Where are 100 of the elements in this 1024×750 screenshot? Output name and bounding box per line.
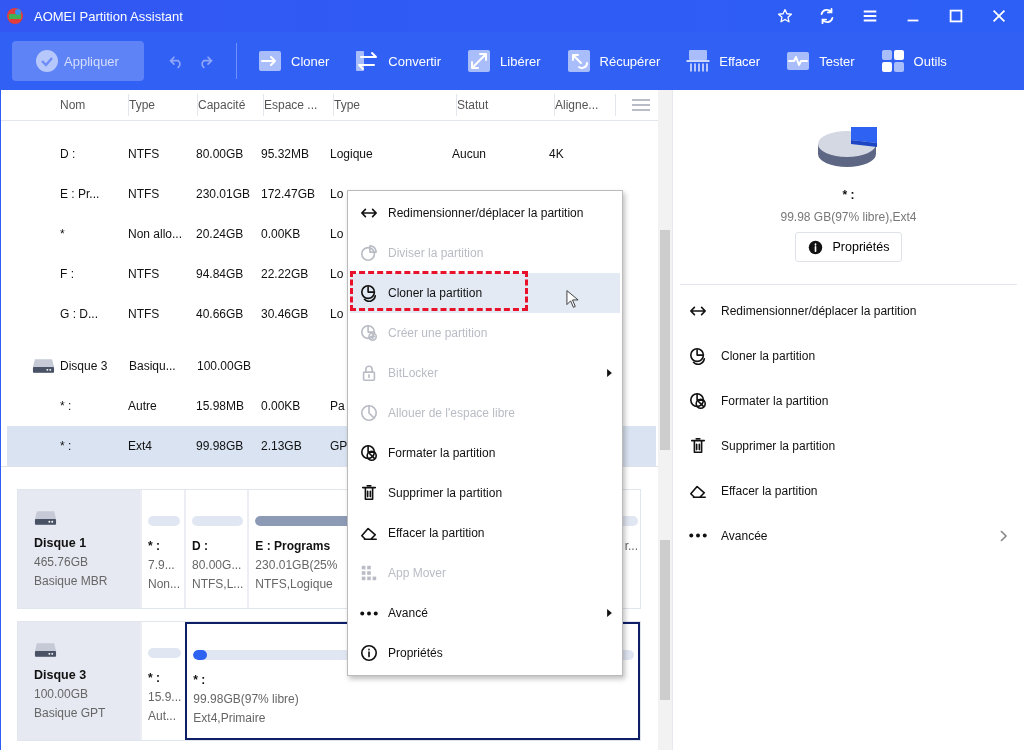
tools-icon	[880, 49, 905, 73]
table-cell: Ext4	[128, 439, 152, 453]
action-item[interactable]: Supprimer la partition	[673, 423, 1024, 468]
menu-item[interactable]: Effacer la partition	[350, 513, 620, 553]
trash-icon	[689, 436, 707, 455]
table-scrollbar[interactable]	[660, 230, 670, 450]
toolbar-button[interactable]: Effacer	[677, 45, 770, 77]
partition-row[interactable]: D : NTFS 80.00GB 95.32MB Logique Aucun 4K	[7, 134, 564, 174]
partition-block[interactable]: * : 7.9... Non...	[140, 490, 184, 608]
disk-name: Disque 1	[34, 535, 88, 552]
partition-row[interactable]: * Non allo... 20.24GB 0.00KB Lo	[7, 214, 344, 254]
table-cell: Non allo...	[128, 227, 183, 241]
menu-item[interactable]: Cloner la partition	[350, 273, 620, 313]
partition-name: D :	[192, 538, 208, 555]
partition-block[interactable]: D : 80.00G... NTFS,L...	[184, 490, 248, 608]
toolbar-button[interactable]: Outils	[871, 45, 956, 77]
table-cell: 20.24GB	[196, 227, 244, 241]
table-cell: Logique	[330, 147, 373, 161]
table-cell: 100.00GB	[197, 359, 252, 373]
table-cell: Basiqu...	[129, 359, 176, 373]
menu-item[interactable]: Redimensionner/déplacer la partition	[350, 193, 620, 233]
column-header[interactable]: Aligne...	[555, 94, 616, 116]
table-cell: Pa	[330, 399, 345, 413]
partition-row[interactable]: G : D... NTFS 40.66GB 30.46GB Lo	[7, 294, 344, 334]
table-cell: 30.46GB	[261, 307, 309, 321]
partition-row[interactable]: F : NTFS 94.84GB 22.22GB Lo	[7, 254, 344, 294]
column-settings-icon[interactable]	[632, 99, 650, 111]
toolbar-button[interactable]: Libérer	[458, 45, 550, 77]
shredder-icon	[686, 49, 711, 73]
column-header[interactable]: Nom	[60, 94, 129, 116]
table-cell: NTFS	[128, 147, 160, 161]
partition-info: NTFS,L...	[192, 576, 244, 593]
table-cell: F :	[60, 267, 74, 281]
column-header[interactable]: Statut	[457, 94, 555, 116]
disk-type: Basique MBR	[34, 573, 109, 590]
action-item[interactable]: Formater la partition	[673, 378, 1024, 423]
lock-icon	[360, 364, 378, 382]
toolbar-button[interactable]: Récupérer	[557, 45, 670, 77]
table-cell: Lo	[330, 267, 344, 281]
action-item[interactable]: Effacer la partition	[673, 468, 1024, 513]
table-cell: G : D...	[60, 307, 98, 321]
properties-button[interactable]: Propriétés	[794, 232, 903, 262]
table-cell: Aucun	[452, 147, 487, 161]
partition-row[interactable]: * : Autre 15.98MB 0.00KB Pa	[7, 386, 345, 426]
expand-icon	[467, 49, 492, 73]
table-cell: E : Pr...	[60, 187, 100, 201]
toolbar-button[interactable]: Tester	[777, 45, 864, 77]
table-cell: D :	[60, 147, 76, 161]
table-cell: Lo	[330, 227, 344, 241]
table-cell: * :	[60, 399, 72, 413]
table-cell: GP	[330, 439, 348, 453]
partition-info: Non...	[148, 576, 180, 593]
table-cell: NTFS	[128, 187, 160, 201]
table-cell: 0.00KB	[261, 399, 301, 413]
disk-row[interactable]: Disque 3 Basiqu... 100.00GB	[7, 346, 252, 386]
table-cell: 4K	[549, 147, 564, 161]
table-cell: * :	[60, 439, 72, 453]
column-header[interactable]: Capacité	[198, 94, 264, 116]
disk-size: 100.00GB	[34, 686, 90, 703]
table-cell: 22.22GB	[261, 267, 309, 281]
add-partition-icon	[360, 324, 378, 342]
partition-name: E : Programs	[255, 538, 331, 555]
table-cell: Autre	[128, 399, 157, 413]
column-header[interactable]: Type	[129, 94, 198, 116]
partition-summary: 99.98 GB(97% libre),Ext4	[780, 210, 917, 224]
partition-row[interactable]: E : Pr... NTFS 230.01GB 172.47GB Lo	[7, 174, 344, 214]
partition-size: 7.9...	[148, 557, 175, 574]
toolbar-button[interactable]: Cloner	[249, 45, 339, 77]
recover-icon	[566, 49, 591, 73]
partition-size: r...	[624, 538, 638, 555]
menu-item[interactable]: Propriétés	[350, 633, 620, 673]
partition-size: 230.01GB(25%	[255, 557, 338, 574]
map-scrollbar[interactable]	[660, 540, 670, 700]
partition-size: 15.9...	[148, 689, 182, 706]
trash-icon	[360, 484, 378, 502]
table-cell: 40.66GB	[196, 307, 244, 321]
column-header[interactable]: Type	[334, 94, 457, 116]
action-item[interactable]: Avancée	[673, 513, 1024, 558]
table-cell: 80.00GB	[196, 147, 244, 161]
toolbar-button[interactable]: Convertir	[346, 45, 451, 77]
partition-name: * :	[148, 538, 160, 555]
column-header[interactable]: Espace ...	[264, 94, 334, 116]
table-cell: 172.47GB	[261, 187, 316, 201]
clone-icon	[689, 346, 707, 365]
partition-size: 80.00G...	[192, 557, 242, 574]
grid-icon	[360, 564, 378, 582]
partition-info: NTFS,Logique	[255, 576, 333, 593]
action-item[interactable]: Cloner la partition	[673, 333, 1024, 378]
partition-info: Ext4,Primaire	[193, 710, 266, 727]
action-item[interactable]: Redimensionner/déplacer la partition	[673, 288, 1024, 333]
format-icon	[689, 391, 707, 410]
partition-block[interactable]: * : 15.9... Aut...	[140, 622, 186, 740]
partition-info: Aut...	[148, 708, 176, 725]
table-cell: 15.98MB	[196, 399, 245, 413]
partition-name: * :	[193, 672, 206, 689]
convert-icon	[355, 49, 380, 73]
table-cell: NTFS	[128, 307, 160, 321]
table-cell: 99.98GB	[196, 439, 244, 453]
disk-name: Disque 3	[34, 667, 88, 684]
window-title: AOMEI Partition Assistant	[34, 8, 183, 24]
